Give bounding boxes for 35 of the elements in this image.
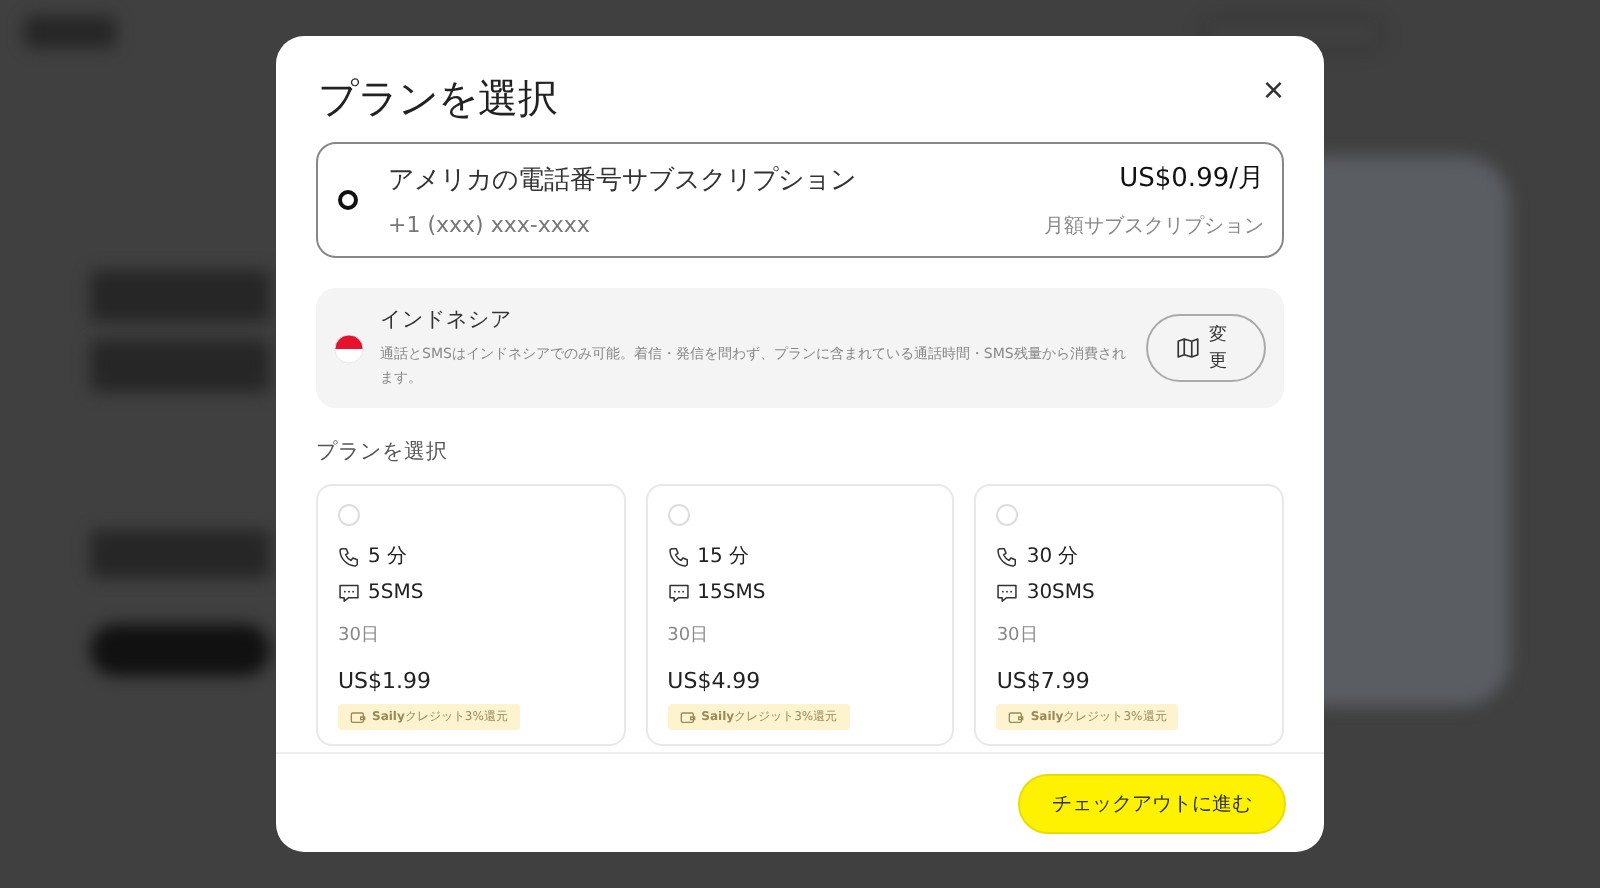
- sms-count: 15SMS: [697, 582, 766, 604]
- wallet-icon: [679, 710, 696, 724]
- country-name: インドネシア: [380, 306, 514, 334]
- message-icon: [996, 582, 1019, 604]
- plan-price: US$4.99: [667, 668, 763, 694]
- message-icon: [338, 582, 360, 604]
- message-icon: [667, 582, 690, 604]
- section-heading: プランを選択: [316, 438, 450, 466]
- subscription-price: US$0.99/月: [1117, 162, 1264, 196]
- sms-count: 30SMS: [1026, 582, 1095, 604]
- plan-price: US$1.99: [338, 668, 434, 694]
- phone-icon: [667, 545, 690, 567]
- flag-icon: [334, 333, 364, 363]
- validity-period: 30日: [667, 624, 711, 648]
- subscription-option[interactable]: アメリカの電話番号サブスクリプション +1 (xxx) xxx-xxxx US$0.99/月 月額サブスクリプション: [316, 142, 1284, 258]
- billing-period: 月額サブスクリプション: [1044, 213, 1264, 240]
- call-minutes: 30 分: [1026, 544, 1079, 570]
- phone-number: +1 (xxx) xxx-xxxx: [388, 212, 592, 238]
- close-button[interactable]: ×: [1254, 72, 1292, 108]
- wallet-icon: [1008, 710, 1025, 724]
- dialog-title: プランを選択: [318, 72, 558, 126]
- change-button[interactable]: 変更: [1146, 314, 1266, 382]
- validity-period: 30日: [338, 624, 381, 648]
- call-minutes: 15 分: [697, 544, 750, 570]
- phone-icon: [996, 545, 1019, 567]
- map-icon: [1176, 336, 1200, 360]
- radio-button[interactable]: [338, 190, 358, 210]
- plan-price: US$7.99: [996, 668, 1092, 694]
- wallet-icon: [350, 710, 366, 724]
- sms-count: 5SMS: [368, 582, 424, 604]
- phone-icon: [338, 545, 360, 567]
- checkout-button[interactable]: チェックアウトに進む: [1018, 773, 1286, 833]
- call-minutes: 5 分: [368, 544, 408, 570]
- subscription-name: アメリカの電話番号サブスクリプション: [388, 164, 858, 198]
- validity-period: 30日: [996, 624, 1040, 648]
